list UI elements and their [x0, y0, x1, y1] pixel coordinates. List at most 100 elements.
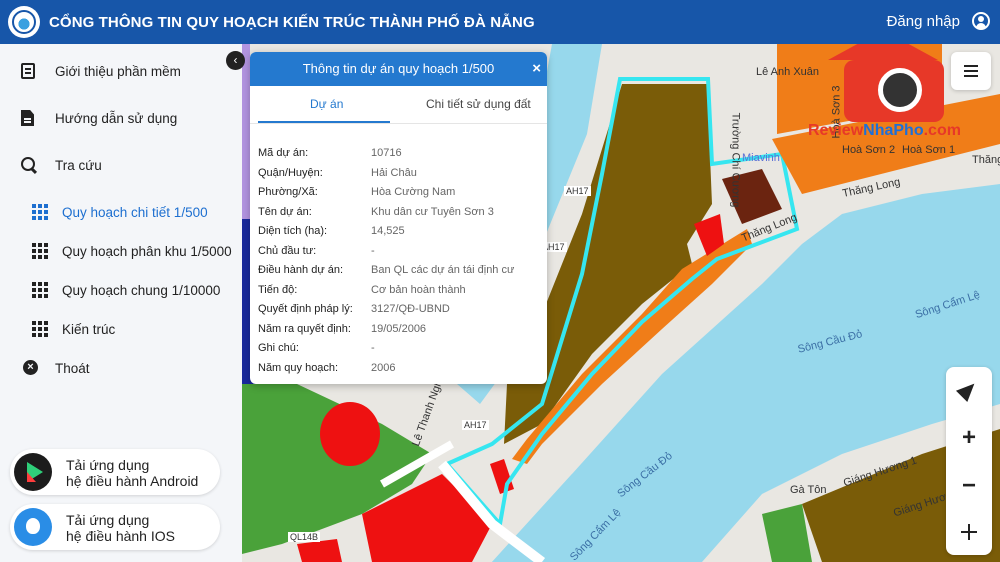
app-root: CỔNG THÔNG TIN QUY HOẠCH KIẾN TRÚC THÀNH…	[0, 0, 1000, 562]
sidebar-item-guide[interactable]: Hướng dẫn sử dụng	[0, 100, 236, 136]
map-label-hoa-son-2: Hoà Sơn 2	[842, 144, 896, 156]
document-icon	[21, 110, 37, 126]
panel-title: Thông tin dự án quy hoạch 1/500	[302, 61, 495, 76]
field-value: 10716	[371, 147, 402, 159]
field-row: Quyết định pháp lý: 3127/QĐ-UBND	[250, 300, 547, 320]
navigation-arrow-icon	[955, 377, 981, 403]
field-value: 2006	[371, 361, 396, 374]
field-value: Khu dân cư Tuyên Sơn 3	[371, 205, 494, 218]
locate-button[interactable]	[946, 367, 992, 413]
sidebar-item-zoning-plan[interactable]: Quy hoạch phân khu 1/5000	[0, 233, 236, 269]
field-value: 14,525	[371, 225, 405, 237]
project-info-panel: Thông tin dự án quy hoạch 1/500 × Dự án …	[250, 52, 547, 384]
sidebar-item-intro[interactable]: Giới thiệu phần mềm	[0, 53, 236, 89]
book-icon	[21, 63, 37, 79]
field-label: Quyết định pháp lý:	[258, 303, 353, 315]
field-row: Tiến độ: Cơ bản hoàn thành	[250, 281, 547, 301]
grid-icon	[32, 282, 48, 298]
field-label: Năm quy hoạch:	[258, 361, 339, 374]
pan-button[interactable]	[946, 509, 992, 555]
red-circle-zone	[320, 402, 380, 466]
search-icon	[21, 157, 37, 173]
field-row: Tên dự án: Khu dân cư Tuyên Sơn 3	[250, 203, 547, 223]
download-android-line1: Tải ứng dụng	[66, 457, 150, 473]
field-value: -	[371, 342, 375, 354]
city-logo-emblem	[12, 10, 36, 34]
apple-icon	[14, 508, 52, 546]
map-label-hoa-son-1: Hoà Sơn 1	[902, 144, 956, 156]
watermark-camera-icon	[844, 60, 944, 122]
field-label: Quận/Huyện:	[258, 166, 323, 179]
collapse-sidebar-button[interactable]: ‹	[226, 51, 245, 70]
sidebar: Giới thiệu phần mềm Hướng dẫn sử dụng Tr…	[0, 44, 236, 562]
field-label: Điều hành dự án:	[258, 264, 344, 276]
download-ios-button[interactable]: Tải ứng dụng hệ điều hành IOS	[10, 504, 220, 550]
field-row: Quận/Huyện: Hải Châu	[250, 164, 547, 184]
field-value: Hòa Cường Nam	[371, 186, 456, 198]
sidebar-item-detail-plan[interactable]: Quy hoạch chi tiết 1/500	[0, 194, 236, 230]
sidebar-item-exit[interactable]: × Thoát	[0, 350, 236, 386]
field-value: -	[371, 244, 375, 257]
road-badge-ql14b: QL14B	[288, 532, 321, 542]
sidebar-item-label: Kiến trúc	[62, 321, 116, 337]
zoom-in-button[interactable]: +	[946, 415, 992, 461]
field-row: Năm quy hoạch: 2006	[250, 359, 547, 379]
grid-icon	[32, 204, 48, 220]
watermark-text-part1: Review	[808, 122, 864, 139]
download-android-button[interactable]: Tải ứng dụng hệ điều hành Android	[10, 449, 220, 495]
app-title: CỔNG THÔNG TIN QUY HOẠCH KIẾN TRÚC THÀNH…	[49, 13, 535, 31]
field-value: 19/05/2006	[371, 322, 427, 335]
map-controls: + −	[946, 367, 992, 555]
road-badge-ah17-2: AH17	[462, 420, 489, 430]
road-badge-ah17: AH17	[564, 186, 591, 196]
move-icon	[961, 524, 977, 540]
purple-zone	[242, 44, 250, 219]
field-value: 3127/QĐ-UBND	[371, 303, 450, 315]
user-icon[interactable]	[972, 12, 990, 30]
field-value: Hải Châu	[371, 166, 417, 179]
field-label: Ghi chú:	[258, 342, 299, 354]
download-ios-line1: Tải ứng dụng	[66, 512, 150, 528]
close-icon[interactable]: ×	[532, 52, 541, 86]
map-label-ga-ton: Gà Tôn	[790, 484, 827, 496]
sidebar-item-search[interactable]: Tra cứu	[0, 147, 236, 183]
field-label: Chủ đầu tư:	[258, 244, 317, 257]
download-ios-line2: hệ điều hành IOS	[66, 528, 175, 544]
map-label-miavinh: Miavinh	[742, 152, 780, 164]
field-label: Tên dự án:	[258, 205, 312, 218]
sidebar-item-general-plan[interactable]: Quy hoạch chung 1/10000	[0, 272, 236, 308]
download-android-line2: hệ điều hành Android	[66, 473, 199, 489]
close-circle-icon: ×	[23, 360, 39, 376]
project-fields: Mã dự án: 10716 Quận/Huyện: Hải Châu Phườn…	[250, 144, 547, 378]
active-tab-indicator	[258, 121, 390, 123]
field-row: Chủ đầu tư: -	[250, 242, 547, 262]
sidebar-item-architecture[interactable]: Kiến trúc	[0, 311, 236, 347]
sidebar-item-label: Thoát	[55, 360, 90, 376]
top-header: CỔNG THÔNG TIN QUY HOẠCH KIẾN TRÚC THÀNH…	[0, 0, 1000, 44]
field-label: Diện tích (ha):	[258, 225, 328, 237]
field-label: Mã dự án:	[258, 147, 309, 159]
tab-land-use-detail[interactable]: Chi tiết sử dụng đất	[426, 97, 531, 111]
panel-header: Thông tin dự án quy hoạch 1/500 ×	[250, 52, 547, 86]
field-value: Cơ bản hoàn thành	[371, 283, 466, 296]
watermark-text-part2: NhaPho	[863, 122, 924, 139]
field-row: Ghi chú: -	[250, 339, 547, 359]
google-play-icon	[14, 453, 52, 491]
field-row: Phường/Xã: Hòa Cường Nam	[250, 183, 547, 203]
city-logo[interactable]	[8, 6, 40, 38]
field-label: Phường/Xã:	[258, 186, 318, 198]
watermark-lens	[878, 68, 922, 112]
map-label-thang: Thăng	[972, 154, 1000, 166]
sidebar-item-label: Hướng dẫn sử dụng	[55, 110, 178, 126]
layers-menu-button[interactable]	[951, 52, 991, 90]
zoom-out-button[interactable]: −	[946, 463, 992, 509]
grid-icon	[32, 321, 48, 337]
field-label: Tiến độ:	[258, 283, 298, 296]
watermark-text-part3: .com	[923, 122, 961, 139]
sidebar-item-label: Quy hoạch chi tiết 1/500	[62, 204, 208, 220]
login-link[interactable]: Đăng nhập	[887, 13, 960, 30]
grid-icon	[32, 243, 48, 259]
sidebar-item-label: Quy hoạch phân khu 1/5000	[62, 243, 232, 259]
tab-project[interactable]: Dự án	[310, 97, 343, 111]
panel-tabs: Dự án Chi tiết sử dụng đất	[250, 86, 547, 124]
